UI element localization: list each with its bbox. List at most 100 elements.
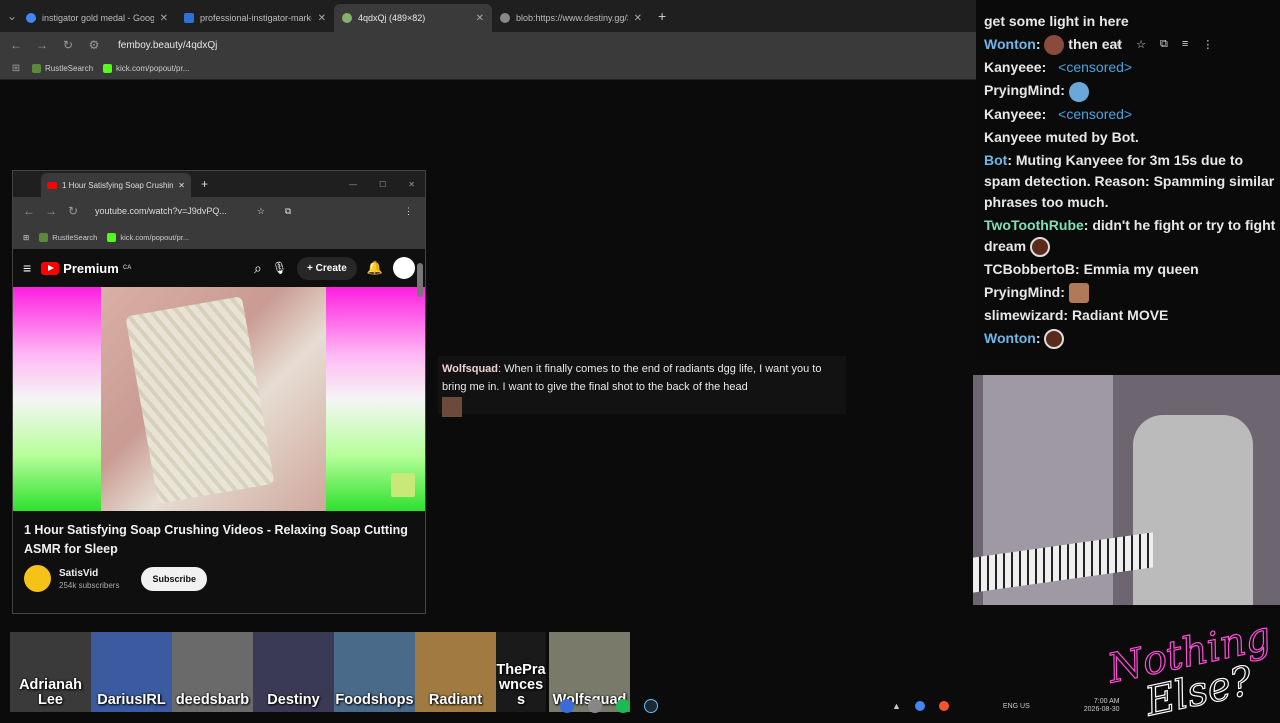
streamer-tile[interactable]: DariusIRL <box>91 632 172 712</box>
back-icon[interactable]: ← <box>10 38 22 52</box>
channel-name[interactable]: SatisVid <box>59 568 119 579</box>
chat-username[interactable]: Wonton <box>984 36 1036 52</box>
streamer-tile[interactable]: Radiant <box>415 632 496 712</box>
tab-2-title: professional-instigator-mark-p <box>200 13 312 23</box>
chat-text: then eat <box>1068 36 1122 52</box>
streamer-tile[interactable]: Destiny <box>253 632 334 712</box>
chat-username[interactable]: Bot <box>984 152 1007 168</box>
tab-3[interactable]: 4qdxQj (489×82) ✕ <box>334 4 492 32</box>
bookmark-kick[interactable]: kick.com/popout/pr... <box>107 232 190 242</box>
emote-icon <box>1029 236 1050 257</box>
tab-4[interactable]: blob:https://www.destiny.gg/3( ✕ <box>492 4 650 32</box>
app-icon[interactable] <box>588 699 602 713</box>
tab-4-title: blob:https://www.destiny.gg/3( <box>516 13 628 23</box>
kick-icon <box>103 64 113 73</box>
site-icon <box>184 13 194 23</box>
menu-icon[interactable]: ⋮ <box>404 206 413 217</box>
media-icon[interactable]: ≡ <box>1182 38 1188 50</box>
streamer-tile[interactable]: ThePrawncess <box>496 632 546 712</box>
tab-list-icon[interactable]: ⌄ <box>6 9 18 23</box>
channel-avatar[interactable] <box>24 565 51 592</box>
tray-arrow-icon[interactable]: ▲ <box>892 701 901 711</box>
youtube-icon <box>47 181 57 189</box>
create-button[interactable]: + Create <box>297 256 357 280</box>
tab-2[interactable]: professional-instigator-mark-p ✕ <box>176 4 334 32</box>
extensions-icon[interactable]: ⧉ <box>1160 38 1168 51</box>
new-tab-button[interactable]: + <box>658 8 666 24</box>
message-text: When it finally comes to the end of radi… <box>442 363 822 393</box>
chat-line: TCBobbertoB: Emmia my queen <box>984 260 1199 277</box>
steam-icon[interactable] <box>644 699 658 713</box>
message-username[interactable]: Wolfsquad <box>442 363 498 375</box>
reload-icon[interactable]: ↻ <box>67 204 79 218</box>
youtube-logo[interactable]: Premium CA <box>41 261 131 276</box>
maximize-icon[interactable]: ☐ <box>379 180 386 189</box>
app-icon[interactable] <box>560 699 574 713</box>
chat-username[interactable]: Wonton <box>984 330 1036 346</box>
chat-username[interactable]: PryingMind <box>984 82 1060 98</box>
chat-text: Muting Kanyeee for 3m 15s due to spam de… <box>984 151 1275 210</box>
streamer-tile[interactable]: Adrianah Lee <box>10 632 91 712</box>
back-icon[interactable]: ← <box>23 204 35 218</box>
menu-icon[interactable]: ⋮ <box>1202 38 1213 51</box>
chat-line: get some light in here <box>980 11 1276 32</box>
kick-icon <box>107 232 117 242</box>
address-bar: ← → ↻ ⚙ femboy.beauty/4qdxQj <box>0 32 976 58</box>
chat-username[interactable]: PryingMind <box>984 284 1060 300</box>
bookmark-kick[interactable]: kick.com/popout/pr... <box>103 64 189 73</box>
gaming-chair-image <box>1133 415 1253 605</box>
url-field[interactable]: femboy.beauty/4qdxQj <box>118 40 217 51</box>
close-icon[interactable]: ✕ <box>476 13 484 24</box>
frog-icon <box>39 232 49 242</box>
apps-grid-icon[interactable]: ⊞ <box>10 63 22 74</box>
star-icon[interactable]: ☆ <box>1136 38 1146 51</box>
tab-3-title: 4qdxQj (489×82) <box>358 13 426 23</box>
streamer-tile[interactable]: Foodshops <box>334 632 415 712</box>
subscribe-button[interactable]: Subscribe <box>141 566 207 591</box>
chat-username[interactable]: Kanyeee <box>984 59 1042 75</box>
tab-1[interactable]: instigator gold medal - Google ✕ <box>18 4 176 32</box>
chat-username[interactable]: TCBobbertoB <box>984 261 1075 277</box>
extensions-icon[interactable]: ⧉ <box>285 206 291 217</box>
avatar[interactable] <box>393 257 415 279</box>
video-player[interactable] <box>13 287 425 511</box>
close-icon[interactable]: ✕ <box>160 13 168 24</box>
popup-url-field[interactable]: youtube.com/watch?v=J9dvPQ... <box>95 206 227 216</box>
spotify-icon[interactable] <box>616 699 630 713</box>
bell-icon[interactable]: 🔔 <box>367 260 383 276</box>
chrome-icon[interactable] <box>914 701 925 711</box>
brave-icon[interactable] <box>938 701 949 711</box>
popup-tab[interactable]: 1 Hour Satisfying Soap Crushin ✕ <box>41 173 191 197</box>
chat-line: slimewizard: Radiant MOVE <box>984 307 1169 324</box>
chat-line: Kanyeee: <censored> <box>984 105 1133 122</box>
bookmark-rustlesearch[interactable]: RustleSearch <box>39 232 97 242</box>
close-icon[interactable]: ✕ <box>634 13 642 24</box>
mic-icon[interactable]: 🎙 <box>272 261 287 275</box>
star-icon[interactable]: ☆ <box>257 206 265 217</box>
close-icon[interactable]: ✕ <box>178 181 185 190</box>
forward-icon[interactable]: → <box>45 204 57 218</box>
chat-username[interactable]: TwoToothRube <box>984 217 1084 233</box>
new-tab-button[interactable]: + <box>201 177 208 191</box>
bookmark-rustlesearch[interactable]: RustleSearch <box>32 64 93 73</box>
zoom-icon[interactable]: ⌕ <box>1116 38 1122 51</box>
language-indicator[interactable]: ENG US <box>1003 703 1030 710</box>
chat-text: Radiant MOVE <box>1071 307 1169 324</box>
search-icon[interactable]: ⌕ <box>254 260 262 277</box>
bookmark-label: kick.com/popout/pr... <box>120 232 190 242</box>
minimize-icon[interactable]: — <box>349 180 357 189</box>
chat-username[interactable]: slimewizard <box>984 307 1063 323</box>
site-info-icon[interactable]: ⚙ <box>88 38 100 52</box>
browser-actions: ⌕ ☆ ⧉ ≡ ⋮ <box>1116 34 1280 54</box>
forward-icon[interactable]: → <box>36 38 48 52</box>
apps-grid-icon[interactable]: ⊞ <box>23 233 29 242</box>
censored-text: <censored> <box>1058 105 1133 122</box>
hamburger-icon[interactable]: ≡ <box>23 260 31 276</box>
scrollbar[interactable] <box>417 263 423 297</box>
close-window-icon[interactable]: ✕ <box>408 180 415 189</box>
streamer-name: deedsbarb <box>175 692 250 708</box>
chat-username[interactable]: Kanyeee <box>984 106 1042 122</box>
streamer-tile[interactable]: deedsbarb <box>172 632 253 712</box>
close-icon[interactable]: ✕ <box>318 13 326 24</box>
reload-icon[interactable]: ↻ <box>62 38 74 52</box>
